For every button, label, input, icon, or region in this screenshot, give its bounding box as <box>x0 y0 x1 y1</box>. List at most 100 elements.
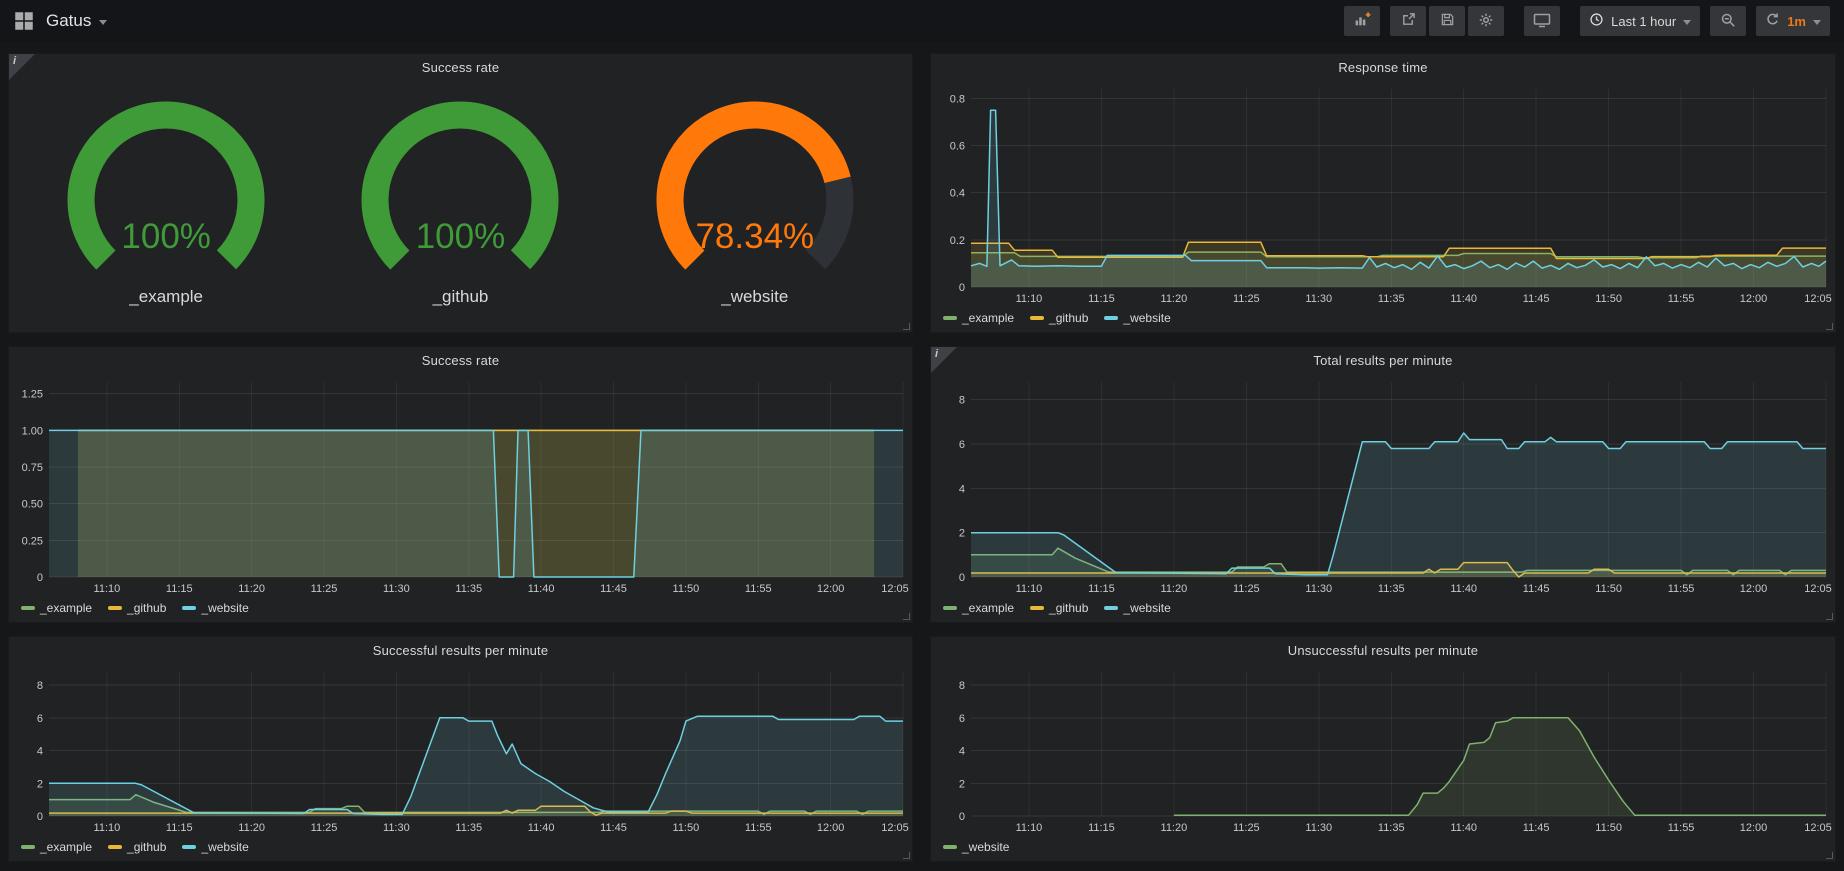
panel-title[interactable]: Successful results per minute <box>9 637 912 663</box>
legend-item-_github[interactable]: _github <box>108 840 166 854</box>
panel-title[interactable]: Success rate <box>9 54 912 80</box>
legend-swatch <box>21 606 35 610</box>
svg-text:2: 2 <box>959 778 965 790</box>
svg-text:11:30: 11:30 <box>383 583 410 595</box>
legend-item-_website[interactable]: _website <box>182 840 248 854</box>
svg-text:11:45: 11:45 <box>600 822 627 834</box>
svg-text:11:55: 11:55 <box>745 822 772 834</box>
top-nav-bar: Gatus <box>0 0 1844 42</box>
panel-resize-handle[interactable] <box>903 852 910 859</box>
svg-text:12:00: 12:00 <box>817 822 845 834</box>
legend-item-_website[interactable]: _website <box>1104 311 1170 325</box>
gauge-label: _website <box>721 287 788 307</box>
panel-resize-handle[interactable] <box>903 323 910 330</box>
svg-text:11:55: 11:55 <box>745 583 772 595</box>
legend-item-_example[interactable]: _example <box>21 601 92 615</box>
info-corner-icon[interactable]: i <box>931 347 957 373</box>
svg-text:11:20: 11:20 <box>238 583 265 595</box>
legend-item-_example[interactable]: _example <box>943 601 1014 615</box>
time-range-button[interactable]: Last 1 hour <box>1580 6 1700 36</box>
svg-text:11:40: 11:40 <box>1450 293 1477 305</box>
dashboard-title-picker[interactable]: Gatus <box>46 11 107 31</box>
panel-resize-handle[interactable] <box>1826 323 1833 330</box>
legend-swatch <box>1030 606 1044 610</box>
chart-legend: _example _github _website <box>931 308 1835 332</box>
time-series-chart[interactable]: 11:1011:1511:2011:2511:3011:3511:4011:45… <box>9 663 912 837</box>
chevron-down-icon <box>1683 20 1691 25</box>
svg-text:11:35: 11:35 <box>455 822 482 834</box>
panel-response-time: Response time 11:1011:1511:2011:2511:301… <box>930 53 1836 333</box>
legend-swatch <box>1104 316 1118 320</box>
svg-text:11:20: 11:20 <box>238 822 265 834</box>
svg-text:4: 4 <box>959 746 965 758</box>
svg-text:12:00: 12:00 <box>817 583 845 595</box>
legend-item-_github[interactable]: _github <box>1030 601 1088 615</box>
svg-text:11:55: 11:55 <box>1668 583 1695 595</box>
svg-text:11:45: 11:45 <box>600 583 627 595</box>
legend-label: _example <box>962 601 1014 615</box>
svg-text:11:15: 11:15 <box>1088 583 1115 595</box>
svg-text:0: 0 <box>959 572 965 584</box>
info-corner-icon[interactable]: i <box>9 54 35 80</box>
dashboard-grid: i Success rate 100%_example100%_github78… <box>0 42 1844 871</box>
refresh-button[interactable]: 1m <box>1756 6 1830 36</box>
svg-text:11:20: 11:20 <box>1161 293 1188 305</box>
panel-title[interactable]: Total results per minute <box>931 347 1835 373</box>
svg-text:4: 4 <box>959 483 965 495</box>
svg-text:11:15: 11:15 <box>1088 822 1115 834</box>
clock-icon <box>1589 12 1604 30</box>
time-series-chart[interactable]: 11:1011:1511:2011:2511:3011:3511:4011:45… <box>9 373 912 598</box>
legend-item-_github[interactable]: _github <box>108 601 166 615</box>
svg-text:11:45: 11:45 <box>1523 583 1550 595</box>
tv-mode-button[interactable] <box>1524 6 1560 36</box>
legend-label: _website <box>1123 601 1170 615</box>
legend-label: _example <box>962 311 1014 325</box>
legend-item-_example[interactable]: _example <box>943 311 1014 325</box>
svg-text:1.00: 1.00 <box>22 425 43 437</box>
svg-text:0: 0 <box>37 572 43 584</box>
panel-total-results: i Total results per minute 11:10 11:15 11:… <box>930 346 1836 623</box>
panel-resize-handle[interactable] <box>1826 852 1833 859</box>
time-series-chart[interactable]: 11:1011:1511:2011:2511:3011:3511:4011:45… <box>931 373 1835 598</box>
gauge-value: 100% <box>337 217 583 257</box>
svg-text:11:35: 11:35 <box>1378 822 1405 834</box>
panel-successful-results: Successful results per minute 11:1011:15… <box>8 636 913 862</box>
svg-text:2: 2 <box>959 528 965 540</box>
legend-item-_github[interactable]: _github <box>1030 311 1088 325</box>
apps-grid-icon[interactable] <box>14 11 34 31</box>
panel-title[interactable]: Unsuccessful results per minute <box>931 637 1835 663</box>
legend-item-_website[interactable]: _website <box>1104 601 1170 615</box>
svg-text:11:35: 11:35 <box>1378 583 1405 595</box>
legend-item-_example[interactable]: _example <box>21 840 92 854</box>
time-series-chart[interactable]: 11:1011:1511:2011:2511:3011:3511:4011:45… <box>931 663 1835 837</box>
svg-text:11:25: 11:25 <box>1233 293 1260 305</box>
time-series-chart[interactable]: 11:1011:1511:2011:2511:3011:3511:4011:45… <box>931 80 1835 308</box>
share-button[interactable] <box>1390 6 1426 36</box>
gear-icon <box>1478 12 1494 31</box>
zoom-out-button[interactable] <box>1710 6 1746 36</box>
svg-text:11:30: 11:30 <box>1305 822 1332 834</box>
save-icon <box>1440 12 1455 30</box>
svg-text:11:25: 11:25 <box>1233 583 1260 595</box>
settings-button[interactable] <box>1468 6 1504 36</box>
svg-text:11:10: 11:10 <box>1016 583 1043 595</box>
legend-item-_website[interactable]: _website <box>182 601 248 615</box>
svg-text:0.6: 0.6 <box>950 141 965 153</box>
panel-resize-handle[interactable] <box>903 613 910 620</box>
svg-text:11:50: 11:50 <box>673 583 700 595</box>
legend-swatch <box>943 316 957 320</box>
svg-text:11:25: 11:25 <box>311 583 338 595</box>
bar-chart-plus-icon <box>1354 11 1371 31</box>
svg-text:11:35: 11:35 <box>1378 293 1405 305</box>
panel-title[interactable]: Response time <box>931 54 1835 80</box>
svg-text:11:15: 11:15 <box>166 822 193 834</box>
svg-text:0.25: 0.25 <box>22 535 43 547</box>
svg-text:11:30: 11:30 <box>383 822 410 834</box>
svg-text:11:40: 11:40 <box>1450 822 1477 834</box>
panel-title[interactable]: Success rate <box>9 347 912 373</box>
panel-resize-handle[interactable] <box>1826 613 1833 620</box>
legend-item-_website[interactable]: _website <box>943 840 1009 854</box>
svg-text:11:35: 11:35 <box>455 583 482 595</box>
save-button[interactable] <box>1429 6 1465 36</box>
add-panel-button[interactable] <box>1344 6 1380 36</box>
